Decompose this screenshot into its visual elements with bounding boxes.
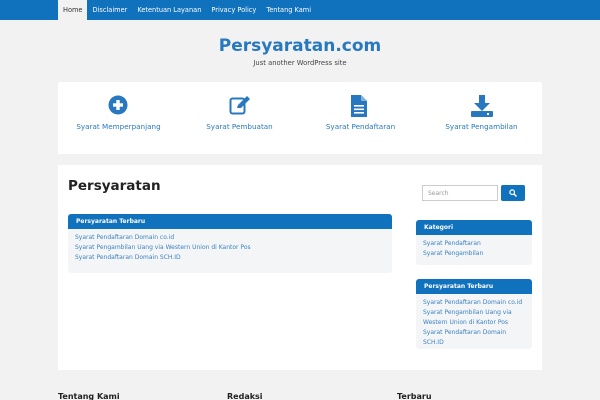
feature-label: Syarat Pendaftaran	[325, 122, 396, 131]
nav-ketentuan-layanan[interactable]: Ketentuan Layanan	[132, 0, 206, 20]
edit-icon	[229, 96, 250, 115]
nav-home[interactable]: Home	[58, 0, 88, 20]
site-tagline: Just another WordPress site	[253, 59, 347, 67]
page-title: Persyaratan	[68, 178, 161, 194]
sidebar-recent-box: Persyaratan Terbaru Syarat Pendaftaran D…	[416, 279, 532, 349]
box-heading: Persyaratan Terbaru	[416, 279, 532, 294]
kategori-box: Kategori Syarat Pendaftaran Syarat Penga…	[416, 220, 532, 265]
category-link[interactable]: Syarat Pendaftaran	[423, 239, 525, 249]
top-navigation: Home Disclaimer Ketentuan Layanan Privac…	[0, 0, 600, 20]
feature-label: Syarat Pembuatan	[206, 122, 273, 131]
feature-syarat-pengambilan[interactable]: Syarat Pengambilan	[421, 82, 542, 154]
post-link[interactable]: Syarat Pendaftaran Domain SCH.ID	[75, 253, 385, 263]
feature-bar: Syarat Memperpanjang Syarat Pembuatan Sy…	[58, 82, 542, 154]
document-icon	[351, 95, 367, 117]
site-title[interactable]: Persyaratan.com	[0, 36, 600, 56]
nav-disclaimer[interactable]: Disclaimer	[87, 0, 132, 20]
category-link[interactable]: Syarat Pengambilan	[423, 249, 525, 259]
nav-tentang-kami[interactable]: Tentang Kami	[261, 0, 316, 20]
post-link[interactable]: Syarat Pendaftaran Domain SCH.ID	[423, 328, 525, 348]
feature-label: Syarat Memperpanjang	[76, 122, 161, 131]
box-heading: Persyaratan Terbaru	[68, 214, 392, 229]
footer-heading-redaksi: Redaksi	[227, 392, 263, 400]
footer-heading-terbaru: Terbaru	[397, 392, 432, 400]
footer-heading-tentang-kami: Tentang Kami	[58, 392, 120, 400]
feature-syarat-pembuatan[interactable]: Syarat Pembuatan	[179, 82, 300, 154]
search-input[interactable]	[422, 185, 498, 201]
feature-syarat-pendaftaran[interactable]: Syarat Pendaftaran	[300, 82, 421, 154]
plus-circle-icon	[108, 95, 128, 115]
search-button[interactable]	[501, 185, 525, 201]
download-icon	[471, 95, 493, 117]
post-link[interactable]: Syarat Pengambilan Uang via	[423, 308, 525, 318]
post-link[interactable]: Western Union di Kantor Pos	[423, 318, 525, 328]
recent-posts-box: Persyaratan Terbaru Syarat Pendaftaran D…	[68, 214, 392, 273]
post-link[interactable]: Syarat Pendaftaran Domain co.id	[75, 233, 385, 243]
post-link[interactable]: Syarat Pendaftaran Domain co.id	[423, 298, 525, 308]
main-panel: Persyaratan Persyaratan Terbaru Syarat P…	[58, 165, 542, 370]
nav-privacy-policy[interactable]: Privacy Policy	[206, 0, 261, 20]
search-icon	[509, 189, 517, 197]
post-link[interactable]: Syarat Pengambilan Uang via Western Unio…	[75, 243, 385, 253]
feature-syarat-memperpanjang[interactable]: Syarat Memperpanjang	[58, 82, 179, 154]
feature-label: Syarat Pengambilan	[445, 122, 518, 131]
box-heading: Kategori	[416, 220, 532, 235]
